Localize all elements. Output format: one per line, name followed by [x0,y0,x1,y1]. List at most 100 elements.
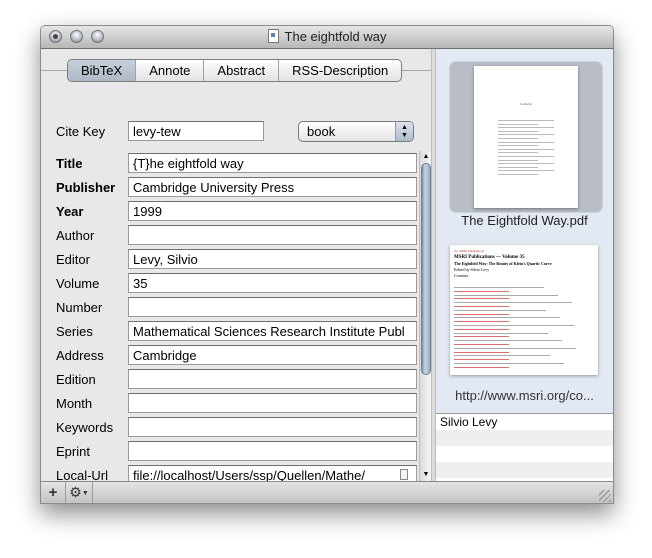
field-input-month[interactable] [128,393,417,413]
field-input-edition[interactable] [128,369,417,389]
web-text-line [454,306,509,307]
pdf-text-line [498,145,538,147]
updown-arrows-icon: ▲ ▼ [395,122,413,141]
web-text-line [454,302,572,304]
chevron-down-icon: ▼ [81,490,89,497]
pdf-text-line [498,159,538,161]
title-bar[interactable]: The eightfold way [41,26,613,49]
tab-bar: BibTeX Annote Abstract RSS-Description [67,59,403,82]
field-input-series[interactable]: Mathematical Sciences Research Institute… [128,321,417,341]
file-icon[interactable] [400,469,408,480]
author-list: Silvio Levy [436,413,613,482]
web-text-line [454,313,509,315]
author-row-empty [436,462,613,478]
field-input-eprint[interactable] [128,441,417,461]
pdf-text-line [498,148,554,150]
web-preview[interactable]: Up: MSRI Publications MSRI Publications … [450,245,598,375]
pdf-text-line [498,152,538,154]
field-label-series: Series [56,324,93,339]
pdf-text-line [498,166,538,168]
pdf-text-line [498,174,538,175]
web-text-line [454,298,509,300]
web-text-line [454,363,564,364]
file-preview-pane: Contents The Eightfold Way.pdf Up: MSRI … [436,49,613,482]
pdf-file-caption[interactable]: The Eightfold Way.pdf [436,213,613,228]
pdf-page-heading: Contents [519,102,532,106]
bibdesk-editor-window: The eightfold way BibTeX Annote Abstract… [40,25,614,504]
entry-type-value: book [307,124,336,139]
web-text-line [454,347,576,349]
scrollbar-thumb[interactable] [421,163,431,375]
field-label-eprint: Eprint [56,444,90,459]
url-caption[interactable]: http://www.msri.org/co... [436,388,613,403]
resize-grip-icon[interactable] [599,490,611,502]
tab-abstract[interactable]: Abstract [204,60,280,81]
pdf-preview[interactable]: Contents [449,61,603,213]
tab-bibtex[interactable]: BibTeX [68,60,137,81]
pdf-text-line [498,123,538,125]
field-label-author: Author [56,228,95,243]
author-row-empty [436,430,613,446]
web-text-line [454,328,509,330]
action-menu-button[interactable]: ⚙▼ [66,482,93,503]
field-label-number: Number [56,300,103,315]
field-input-keywords[interactable] [128,417,417,437]
web-preview-up-link: Up: MSRI Publications [454,249,485,253]
field-input-address[interactable]: Cambridge [128,345,417,365]
document-icon [267,29,279,43]
pdf-text-line [498,141,554,143]
field-label-title: Title [56,156,83,171]
web-preview-heading: MSRI Publications — Volume 35 [454,255,525,260]
entry-type-popup[interactable]: book ▲ ▼ [298,121,414,142]
pdf-text-line [498,130,538,132]
web-text-line [454,355,550,357]
pdf-text-line [498,127,554,129]
web-text-line [454,321,509,323]
field-label-volume: Volume [56,276,100,291]
web-text-line [454,340,562,342]
author-row-empty [436,446,613,462]
field-label-month: Month [56,396,93,411]
field-label-edition: Edition [56,372,96,387]
field-input-year[interactable]: 1999 [128,201,417,221]
web-text-line [454,344,509,345]
cite-key-label: Cite Key [56,124,106,139]
bibtex-editor-pane: BibTeX Annote Abstract RSS-Description C… [41,49,432,503]
field-input-editor[interactable]: Levy, Silvio [128,249,417,269]
web-preview-contents: Contents [454,273,469,278]
gear-icon: ⚙ [69,484,82,500]
pdf-text-line [498,120,554,121]
tab-annote[interactable]: Annote [136,60,205,81]
web-text-line [454,309,546,311]
bottom-toolbar: + ⚙▼ [41,481,613,503]
field-input-author[interactable] [128,225,417,245]
web-text-line [454,366,509,368]
pdf-text-line [498,156,554,157]
pdf-text-line [498,170,554,172]
web-text-line [454,359,509,361]
pdf-text-line [498,134,554,136]
field-input-number[interactable] [128,297,417,317]
web-text-line [454,332,548,334]
web-text-line [454,290,509,292]
pdf-page-thumbnail: Contents [474,66,578,208]
field-label-keywords: Keywords [56,420,114,435]
author-row[interactable]: Silvio Levy [436,414,613,430]
tab-rss-description[interactable]: RSS-Description [279,60,401,81]
window-title: The eightfold way [41,29,613,44]
field-label-publisher: Publisher [56,180,116,195]
add-button[interactable]: + [41,482,66,503]
field-label-editor: Editor [56,252,90,267]
web-text-line [454,317,560,319]
field-label-address: Address [56,348,104,363]
web-text-line [454,294,558,296]
field-input-title[interactable]: {T}he eightfold way [128,153,417,173]
web-text-line [454,336,509,338]
web-text-line [454,287,544,288]
field-input-volume[interactable]: 35 [128,273,417,293]
web-text-line [454,351,509,353]
cite-key-field[interactable]: levy-tew [128,121,264,141]
field-input-publisher[interactable]: Cambridge University Press [128,177,417,197]
pdf-text-line [498,163,554,165]
pdf-text-line [498,138,538,139]
